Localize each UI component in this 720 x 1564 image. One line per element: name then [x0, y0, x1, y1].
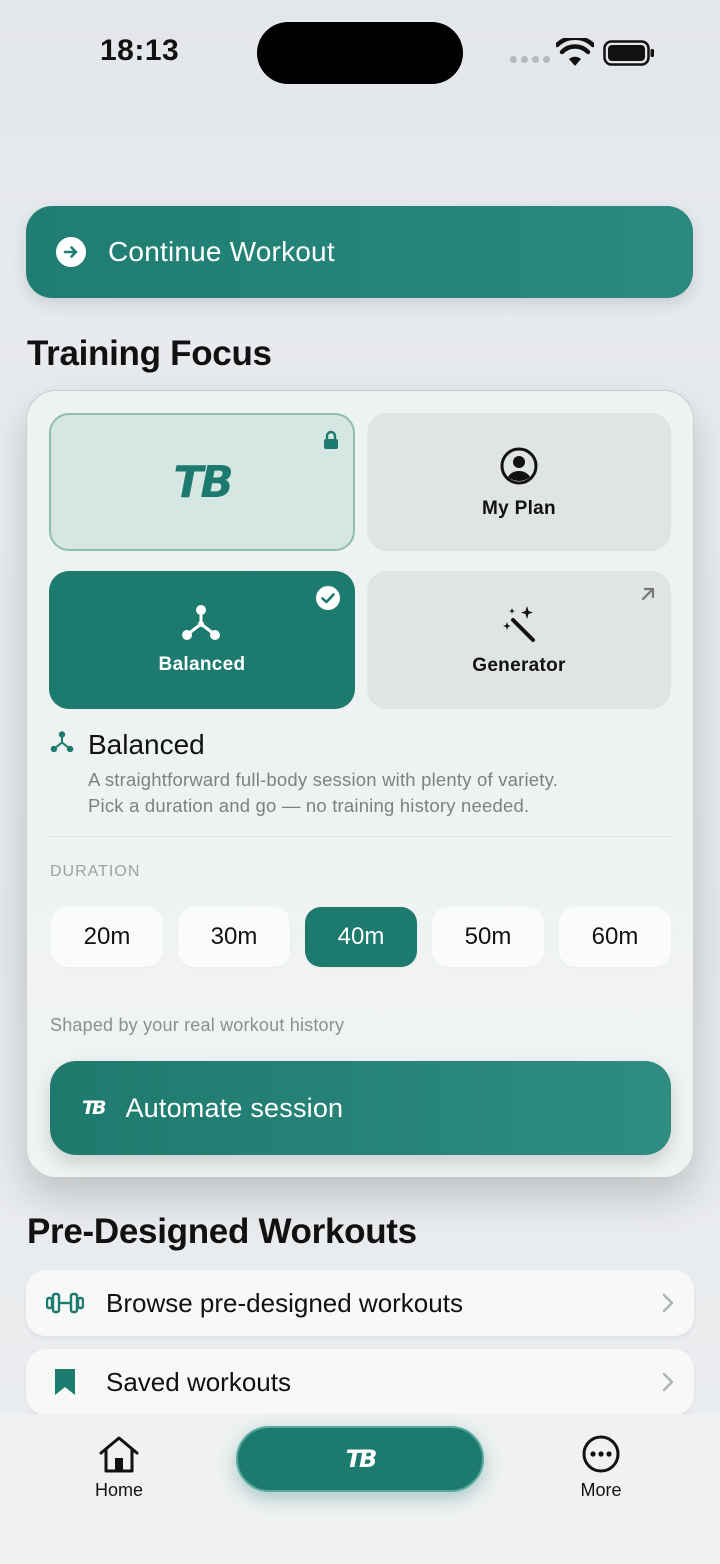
training-focus-title: Training Focus — [27, 334, 272, 373]
selected-mode-description: A straightforward full-body session with… — [88, 767, 668, 819]
tb-logo-icon: TB — [345, 1445, 378, 1473]
dynamic-island — [257, 22, 463, 84]
selected-mode-title: Balanced — [88, 729, 205, 760]
duration-option-60m[interactable]: 60m — [559, 907, 671, 967]
status-bar: 18:13 — [0, 0, 720, 110]
automate-session-label: Automate session — [125, 1092, 344, 1123]
description-line: A straightforward full-body session with… — [88, 769, 559, 790]
tab-home-label: Home — [94, 1480, 143, 1500]
arrow-right-circle-icon — [56, 237, 86, 267]
browse-workouts-label: Browse pre-designed workouts — [106, 1287, 463, 1318]
saved-workouts-row[interactable]: Saved workouts — [26, 1349, 694, 1415]
automate-session-button[interactable]: TB Automate session — [50, 1061, 671, 1155]
lock-icon — [324, 430, 338, 449]
tile-generator[interactable]: Generator — [367, 571, 671, 709]
arrow-up-right-icon — [641, 587, 655, 601]
tile-balanced[interactable]: Balanced — [49, 571, 355, 709]
balanced-label: Balanced — [158, 654, 246, 675]
history-note: Shaped by your real workout history — [50, 1015, 345, 1035]
chevron-right-icon — [662, 1293, 674, 1313]
tab-home[interactable]: Home — [88, 1434, 150, 1501]
chevron-right-icon — [662, 1372, 674, 1392]
duration-option-50m[interactable]: 50m — [432, 907, 544, 967]
duration-option-20m[interactable]: 20m — [51, 907, 163, 967]
tile-tb-program[interactable]: TB — [49, 413, 355, 551]
tab-more-label: More — [580, 1480, 622, 1500]
bookmark-icon — [55, 1369, 75, 1395]
balanced-nodes-icon — [50, 731, 74, 753]
tb-logo: TB — [173, 457, 234, 508]
my-plan-label: My Plan — [482, 498, 556, 519]
continue-workout-label: Continue Workout — [108, 236, 335, 267]
tab-more[interactable]: More — [570, 1434, 632, 1501]
browse-workouts-row[interactable]: Browse pre-designed workouts — [26, 1270, 694, 1336]
duration-option-40m[interactable]: 40m — [305, 907, 417, 967]
continue-workout-button[interactable]: Continue Workout — [26, 206, 693, 298]
tab-bar: Home TB More — [0, 1414, 720, 1564]
predesigned-title: Pre-Designed Workouts — [27, 1212, 417, 1251]
person-circle-icon — [500, 447, 538, 485]
generator-label: Generator — [472, 655, 566, 676]
wifi-icon — [556, 38, 594, 66]
training-focus-card: TB My Plan Balanced Generator Balanced A… — [26, 390, 694, 1178]
checkmark-circle-icon — [316, 586, 340, 610]
saved-workouts-label: Saved workouts — [106, 1366, 291, 1397]
tile-my-plan[interactable]: My Plan — [367, 413, 671, 551]
ellipsis-circle-icon — [582, 1435, 620, 1473]
status-time: 18:13 — [100, 34, 180, 67]
cellular-signal-icon — [510, 56, 550, 63]
duration-label: DURATION — [50, 863, 141, 880]
balanced-nodes-icon — [182, 605, 220, 640]
description-line: Pick a duration and go — no training his… — [88, 795, 530, 816]
divider — [49, 836, 671, 837]
duration-selector: 20m 30m 40m 50m 60m — [51, 907, 671, 967]
house-icon — [99, 1436, 139, 1473]
tb-logo-icon: TB — [82, 1097, 107, 1119]
tab-center-tb[interactable]: TB — [236, 1426, 484, 1492]
battery-icon — [603, 40, 654, 66]
dumbbell-icon — [46, 1292, 84, 1314]
magic-wand-icon — [503, 606, 535, 642]
duration-option-30m[interactable]: 30m — [178, 907, 290, 967]
